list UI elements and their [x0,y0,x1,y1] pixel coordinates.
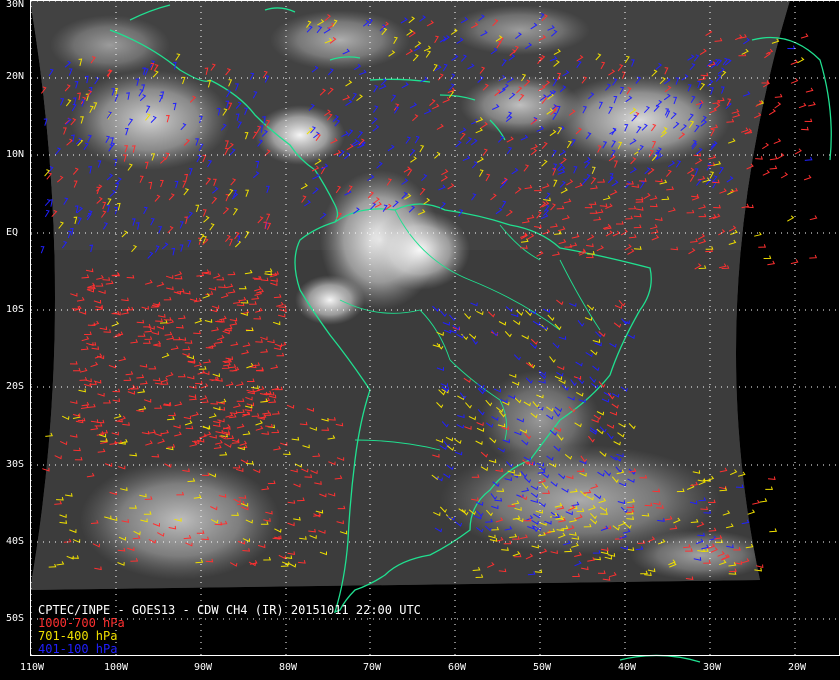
wind-barb [790,78,799,84]
wind-barb [774,93,783,98]
lon-label-30w: 30W [703,662,722,673]
wind-barb [808,101,816,107]
lon-label-100w: 100W [104,662,129,673]
wind-barb [804,118,813,123]
wind-barb [804,156,813,161]
wind-barb [787,215,795,222]
wind-barb [758,244,767,248]
lat-label-20s: 20S [6,381,25,392]
wind-barb [787,45,796,50]
lon-label-110w: 110W [20,662,45,673]
lat-label-30n: 30N [6,0,25,10]
wind-barb [800,33,809,39]
wind-barb [790,259,799,265]
wind-barb [768,108,776,116]
lon-label-80w: 80W [279,662,298,673]
lon-label-60w: 60W [448,662,467,673]
wind-barb [752,499,760,505]
wind-barb [747,509,756,515]
lat-label-10n: 10N [6,149,25,160]
wind-barb [773,138,782,145]
wind-barb [809,254,818,259]
wind-barb [794,148,802,155]
wind-barb [762,142,770,150]
wind-barb [44,209,50,218]
cloud-layer [30,0,790,590]
wind-barb [46,172,53,180]
wind-barb [777,152,785,160]
lat-label-eq: EQ [6,227,19,238]
wind-barb [769,165,778,170]
wind-barb [769,528,778,533]
lat-label-30s: 30S [6,459,25,470]
wind-barb [40,246,45,254]
map-caption: CPTEC/INPE - GOES13 - CDW CH4 (IR) 20151… [38,604,421,656]
lon-label-70w: 70W [363,662,382,673]
wind-barb [769,155,778,161]
wind-barb [765,486,773,490]
wind-barb [45,432,53,437]
wind-barb [759,498,768,503]
wind-barb [755,156,763,160]
wind-barb [805,87,814,93]
lon-label-90w: 90W [194,662,213,673]
lon-label-50w: 50W [533,662,552,673]
lat-label-20n: 20N [6,71,25,82]
wind-barb [798,102,807,109]
wind-barb [44,198,51,207]
lat-label-40s: 40S [6,536,25,547]
wind-barb [767,260,776,266]
wind-barb [797,57,805,64]
wind-barb [780,172,789,179]
lon-label-20w: 20W [788,662,807,673]
wind-barb [790,59,799,65]
map-canvas [30,0,840,663]
wind-barb [801,126,809,131]
wind-barb [774,101,782,109]
wind-barb [763,255,772,259]
wind-barb [809,215,818,221]
wind-barb [803,174,812,181]
wind-barb [762,169,770,176]
wind-barb [767,476,776,480]
satellite-wind-map: 30N 20N 10N EQ 10S 20S 30S 40S 50S 110W … [0,0,840,680]
legend-high-level: 401-100 hPa [38,642,118,656]
lon-label-40w: 40W [618,662,637,673]
lat-label-10s: 10S [6,304,25,315]
lat-label-50s: 50S [6,613,25,624]
